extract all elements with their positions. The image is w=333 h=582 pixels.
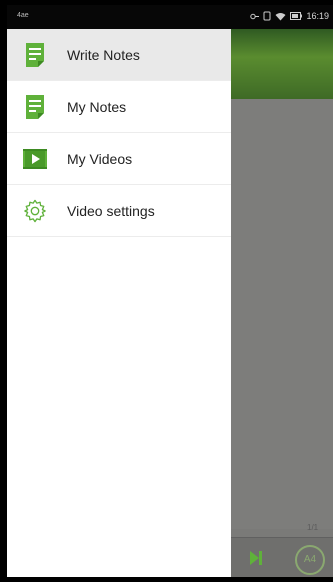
menu-item-my-videos[interactable]: My Videos xyxy=(7,133,231,185)
menu-item-video-settings[interactable]: Video settings xyxy=(7,185,231,237)
gear-icon xyxy=(23,198,47,224)
background-toolbar: A4 xyxy=(231,537,333,577)
video-icon xyxy=(23,146,47,172)
wifi-icon xyxy=(275,12,286,20)
carrier-text: 4ae xyxy=(17,12,29,19)
menu-item-my-notes[interactable]: My Notes xyxy=(7,81,231,133)
note-icon xyxy=(23,94,47,120)
phone-screen: 4ae 16:19 1/1 A4 Write Notes My Notes My… xyxy=(7,5,333,577)
background-header xyxy=(231,29,333,99)
menu-item-label: My Videos xyxy=(67,150,133,167)
vibrate-icon xyxy=(263,11,271,21)
navigation-drawer: Write Notes My Notes My Videos Video set… xyxy=(7,29,231,577)
menu-item-label: Write Notes xyxy=(67,46,140,63)
page-indicator: 1/1 xyxy=(307,523,319,532)
menu-item-label: Video settings xyxy=(67,202,155,219)
play-next-icon[interactable] xyxy=(249,550,263,566)
background-content xyxy=(231,99,333,529)
note-icon xyxy=(23,42,47,68)
status-icons: 16:19 xyxy=(250,11,329,21)
clock: 16:19 xyxy=(306,11,329,21)
key-icon xyxy=(250,13,260,19)
battery-icon xyxy=(290,12,303,20)
menu-item-label: My Notes xyxy=(67,98,127,115)
menu-item-write-notes[interactable]: Write Notes xyxy=(7,29,231,81)
status-bar: 4ae 16:19 xyxy=(7,5,333,29)
font-size-button[interactable]: A4 xyxy=(295,545,325,575)
